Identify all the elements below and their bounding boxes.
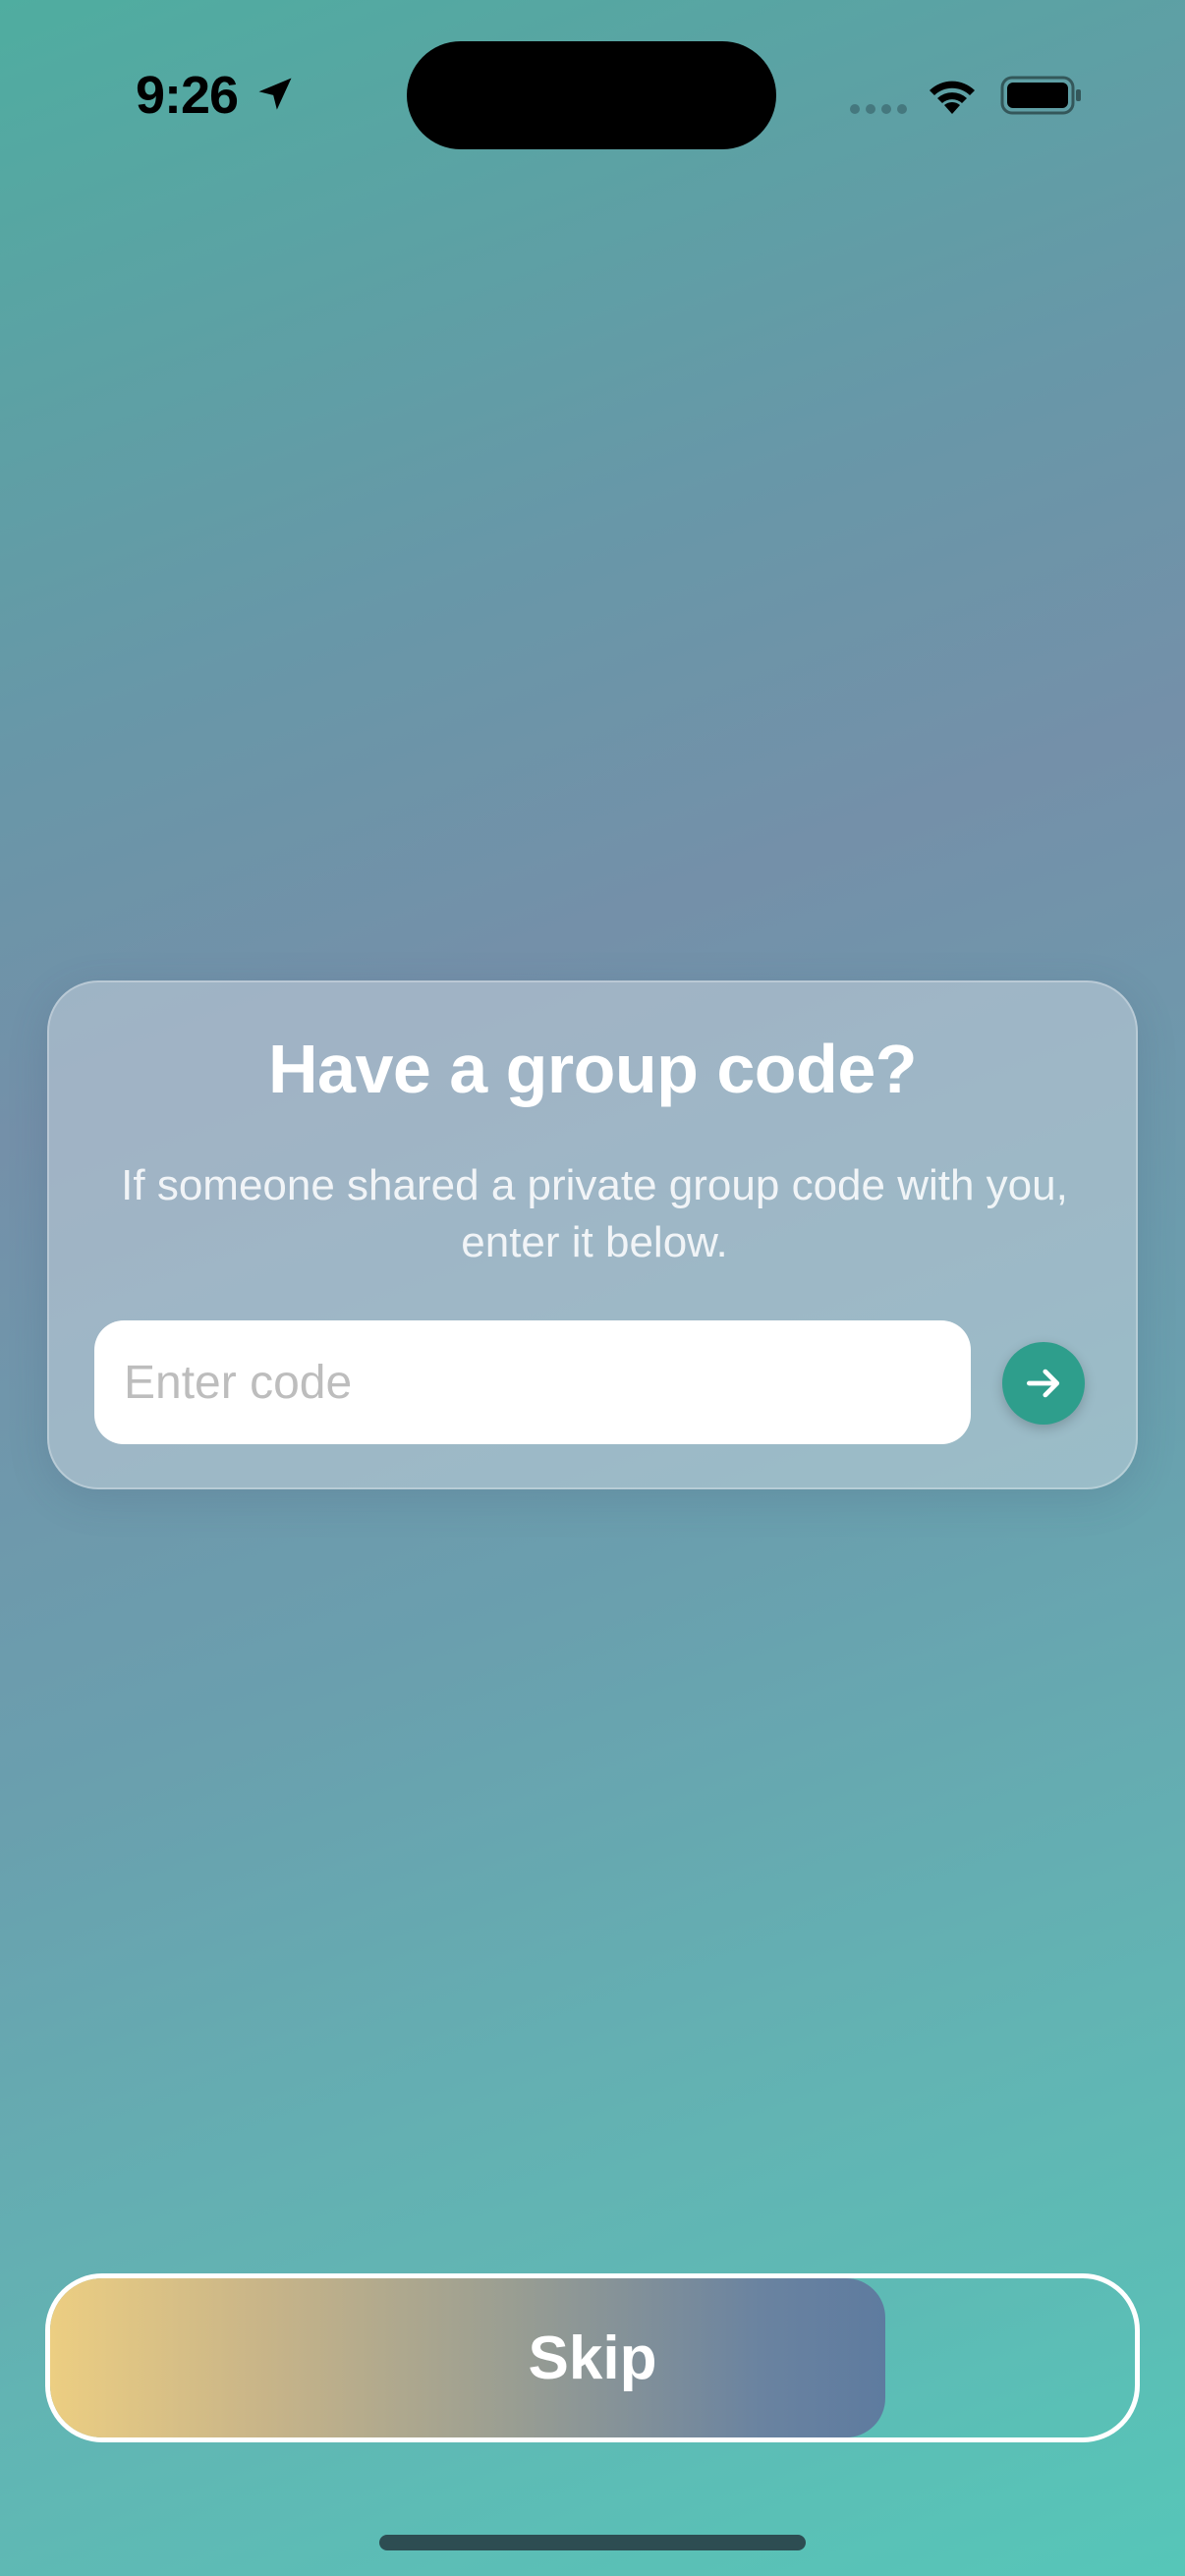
skip-label: Skip <box>528 2324 657 2392</box>
skip-button[interactable]: Skip <box>45 2273 1140 2442</box>
group-code-card: Have a group code? If someone shared a p… <box>47 980 1138 1489</box>
home-indicator <box>379 2535 806 2550</box>
submit-code-button[interactable] <box>1002 1342 1085 1425</box>
group-code-input[interactable] <box>94 1320 971 1444</box>
status-time: 9:26 <box>136 66 239 125</box>
cellular-signal-icon <box>850 104 907 114</box>
battery-icon <box>1000 76 1081 115</box>
arrow-right-icon <box>1026 1369 1060 1398</box>
location-arrow-icon <box>258 78 292 110</box>
card-subtitle: If someone shared a private group code w… <box>121 1161 1068 1266</box>
card-title: Have a group code? <box>267 1031 918 1107</box>
wifi-icon <box>930 81 975 114</box>
status-bar: 9:26 <box>0 0 1185 196</box>
dynamic-island <box>407 41 776 149</box>
